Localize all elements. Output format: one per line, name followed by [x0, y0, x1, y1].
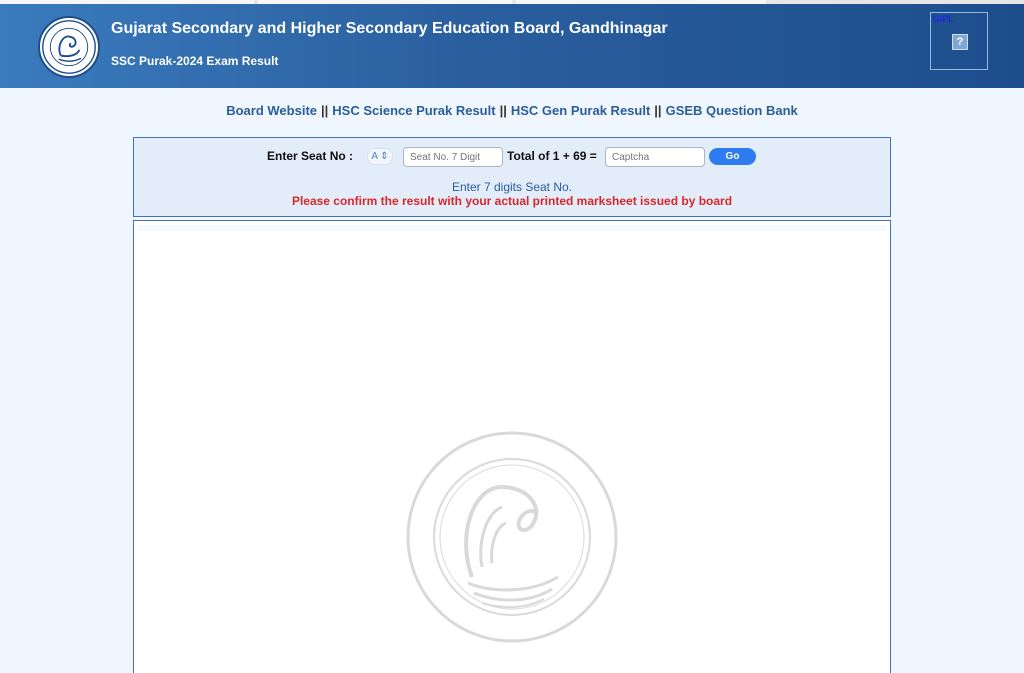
nav-link-hsc-science-purak[interactable]: HSC Science Purak Result — [332, 103, 495, 118]
seat-prefix-select[interactable]: A ⇕ — [367, 148, 393, 165]
captcha-input[interactable] — [605, 147, 705, 167]
marksheet-warning: Please confirm the result with your actu… — [291, 194, 733, 208]
nav-links: Board Website || HSC Science Purak Result |… — [0, 103, 1024, 118]
help-icon[interactable]: ? — [952, 34, 968, 50]
search-panel: Enter Seat No : A ⇕ Total of 1 + 69 = Go… — [133, 137, 891, 217]
seat-prefix-value: A — [371, 151, 378, 162]
go-button[interactable]: Go — [709, 148, 756, 165]
page-subtitle: SSC Purak-2024 Exam Result — [111, 54, 279, 68]
site-header: Gujarat Secondary and Higher Secondary E… — [0, 4, 1024, 88]
seat-hint: Enter 7 digits Seat No. — [451, 180, 573, 194]
chevron-updown-icon: ⇕ — [380, 151, 389, 162]
captcha-question: Total of 1 + 69 = — [507, 149, 597, 163]
gseb-seal-watermark-icon — [402, 427, 622, 647]
nav-link-board-website[interactable]: Board Website — [226, 103, 317, 118]
gipl-label: GIPL — [933, 14, 954, 24]
page-title: Gujarat Secondary and Higher Secondary E… — [111, 20, 668, 37]
gseb-swan-logo-icon — [38, 16, 100, 78]
nav-link-gseb-question-bank[interactable]: GSEB Question Bank — [666, 103, 798, 118]
search-row: Enter Seat No : A ⇕ Total of 1 + 69 = Go — [134, 147, 890, 167]
seat-label: Enter Seat No : — [267, 149, 354, 163]
result-panel-top — [138, 225, 886, 231]
seat-number-input[interactable] — [403, 147, 503, 167]
nav-link-hsc-gen-purak[interactable]: HSC Gen Purak Result — [511, 103, 650, 118]
nav-separator: || — [321, 103, 329, 118]
result-panel — [133, 220, 891, 673]
nav-separator: || — [499, 103, 507, 118]
nav-separator: || — [654, 103, 662, 118]
gipl-widget: GIPL ? — [930, 12, 988, 70]
